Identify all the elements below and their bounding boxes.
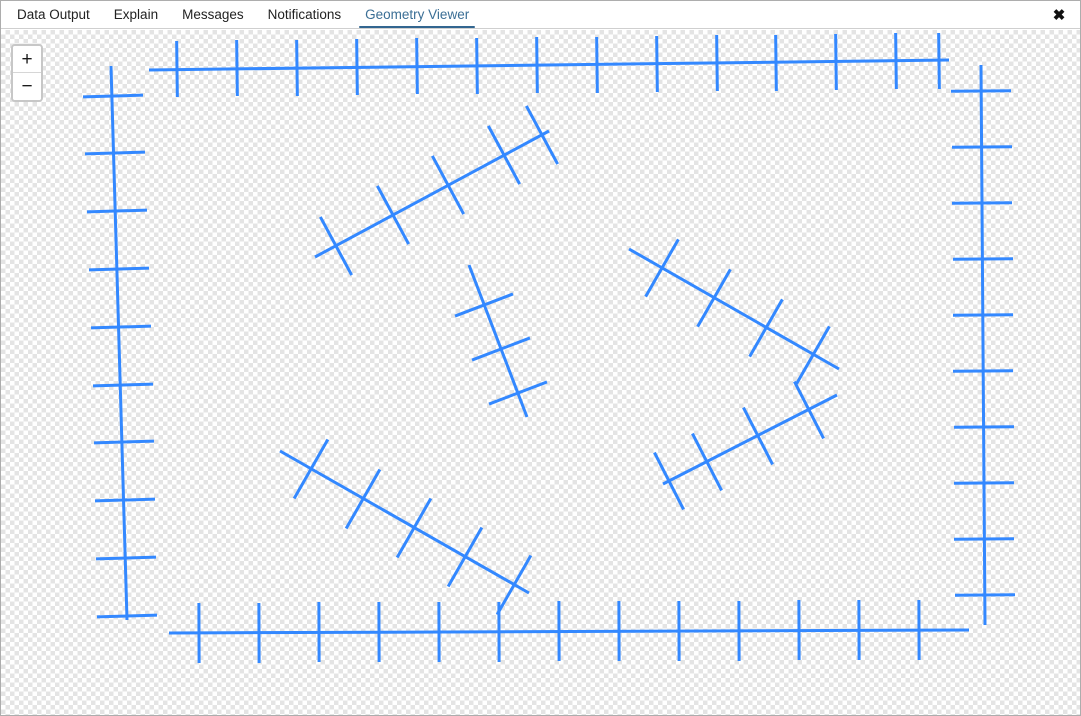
zoom-out-button[interactable]: − [13, 73, 41, 100]
geometry-layer [82, 32, 1016, 664]
geometry-tick [696, 268, 732, 328]
geometry-tick [82, 93, 144, 99]
geometry-tick [175, 40, 179, 98]
tab-label: Messages [182, 6, 244, 22]
geometry-tick [535, 36, 539, 94]
geometry-tick [488, 380, 548, 406]
geometry-tick [96, 613, 158, 619]
geometry-tick [88, 266, 150, 272]
geometry-tick [376, 185, 410, 245]
geometry-tick [86, 208, 148, 214]
geometry-feature-lower-left-diagonal[interactable] [279, 438, 533, 616]
geometry-tick [774, 34, 778, 92]
zoom-control: + − [11, 44, 43, 102]
geometry-tick [94, 497, 156, 503]
geometry-feature-right-track[interactable] [950, 64, 1016, 626]
geometry-tick [487, 125, 521, 185]
geometry-tick [795, 325, 831, 385]
geometry-tick [292, 438, 330, 500]
close-icon[interactable]: ✖ [1042, 1, 1076, 28]
geometry-tick [475, 37, 479, 95]
geometry-tick [235, 39, 239, 97]
geometry-tick [395, 497, 433, 559]
geometry-tick [655, 35, 659, 93]
geometry-tick [95, 555, 157, 561]
geometry-tick [93, 439, 155, 445]
panel-tabbar: Data Output Explain Messages Notificatio… [1, 1, 1080, 29]
geometry-tick [319, 216, 353, 276]
geometry-feature-right-lower-diagonal[interactable] [653, 380, 838, 511]
tab-label: Data Output [17, 6, 90, 22]
geometry-tick [431, 155, 465, 215]
geometry-tick [742, 406, 774, 466]
geometry-viewer-window: Data Output Explain Messages Notificatio… [0, 0, 1081, 716]
geometry-line [279, 449, 530, 595]
geometry-tick [644, 238, 680, 298]
tab-explain[interactable]: Explain [102, 1, 170, 28]
tab-geometry-viewer[interactable]: Geometry Viewer [353, 1, 481, 28]
geometry-line [168, 628, 970, 635]
geometry-tick [793, 380, 825, 440]
geometry-feature-center-vertical-short[interactable] [454, 264, 548, 418]
tabbar-spacer [481, 1, 1042, 28]
geometry-feature-bottom-track[interactable] [168, 599, 970, 664]
tab-label: Explain [113, 6, 159, 22]
geometry-feature-left-track[interactable] [82, 65, 158, 621]
geometry-line [979, 64, 987, 626]
geometry-tick [894, 32, 898, 90]
geometry-line [628, 247, 840, 371]
geometry-tick [92, 382, 154, 388]
geometry-feature-right-upper-diagonal[interactable] [628, 238, 840, 385]
geometry-tick [653, 451, 685, 511]
geometry-tick [471, 336, 531, 362]
geometry-tick [415, 37, 419, 95]
geometry-tick [344, 468, 382, 530]
geometry-tick [937, 32, 941, 90]
geometry-tick [295, 39, 299, 97]
tab-label: Notifications [267, 6, 342, 22]
geometry-tick [595, 36, 599, 94]
geometry-tick [748, 298, 784, 358]
geometry-tick [715, 34, 719, 92]
geometry-tick [355, 38, 359, 96]
geometry-tick [495, 554, 533, 616]
geometry-map-canvas[interactable]: + − [1, 30, 1080, 715]
geometry-tick [834, 33, 838, 91]
tab-notifications[interactable]: Notifications [256, 1, 354, 28]
geometry-tick [446, 526, 484, 588]
geometry-tick [90, 324, 152, 330]
geometry-tick [454, 292, 514, 318]
geometry-tick [691, 432, 723, 492]
geometry-line [662, 393, 838, 486]
geometry-feature-top-track[interactable] [148, 32, 950, 98]
geometry-tick [84, 150, 146, 156]
tab-data-output[interactable]: Data Output [5, 1, 102, 28]
geometry-line [148, 58, 950, 72]
zoom-in-button[interactable]: + [13, 46, 41, 73]
tab-label: Geometry Viewer [365, 6, 470, 22]
geometry-feature-upper-center-diagonal[interactable] [314, 105, 559, 276]
tab-messages[interactable]: Messages [170, 1, 256, 28]
geometry-tick [525, 105, 559, 165]
geometry-line [109, 65, 129, 621]
geometry-line [314, 129, 550, 259]
